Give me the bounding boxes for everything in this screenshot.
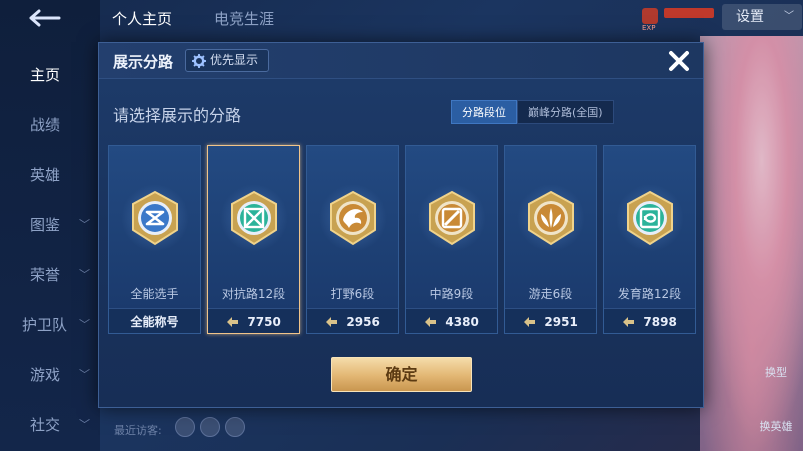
rank-points-icon <box>326 316 338 327</box>
lane-card-clash[interactable]: 对抗路12段 7750 <box>207 145 300 334</box>
tab-peak-lane-national[interactable]: 巅峰分路(全国) <box>517 100 614 124</box>
tab-lane-rank[interactable]: 分路段位 <box>451 100 517 124</box>
lane-card-all-round[interactable]: 全能选手 全能称号 <box>108 145 201 334</box>
sidebar-item-records[interactable]: 战绩 <box>0 110 100 140</box>
sidebar-item-label: 荣誉 <box>30 266 61 284</box>
lane-name: 打野6段 <box>330 287 375 301</box>
recent-visitors-label: 最近访客: <box>114 424 162 437</box>
lane-card-footer: 全能称号 <box>109 308 200 333</box>
sidebar-item-heroes[interactable]: 英雄 <box>0 160 100 190</box>
sidebar-item-codex[interactable]: 图鉴 ﹀ <box>0 210 100 240</box>
chevron-down-icon: ﹀ <box>79 268 90 281</box>
sidebar-item-home[interactable]: 主页 <box>0 60 100 90</box>
close-icon <box>665 51 693 79</box>
lane-name: 中路9段 <box>429 287 474 301</box>
rank-points-icon <box>623 316 635 327</box>
settings-label: 设置 <box>736 9 764 25</box>
lane-card-footer: 7898 <box>604 308 695 333</box>
sidebar-item-label: 战绩 <box>30 116 61 134</box>
visitor-avatar[interactable] <box>200 417 220 437</box>
exp-label: EXP <box>642 24 656 32</box>
rank-points-icon <box>227 316 239 327</box>
change-skin-button[interactable]: 换型 <box>752 364 800 380</box>
chevron-down-icon: ﹀ <box>79 318 90 331</box>
rank-points-icon <box>425 316 437 327</box>
priority-display-label: 优先显示 <box>210 53 259 67</box>
sidebar-item-honor[interactable]: 荣誉 ﹀ <box>0 260 100 290</box>
chevron-down-icon: ﹀ <box>79 418 90 431</box>
sidebar-item-label: 游戏 <box>30 366 61 384</box>
rank-points: 7750 <box>247 314 281 329</box>
lane-card-footer: 2956 <box>307 308 398 333</box>
rank-points: 2951 <box>544 314 578 329</box>
lane-display-dialog: 展示分路 优先显示 请选择展示的分路 分路段位 巅峰分路(全国) 全能选手 全能… <box>98 42 704 408</box>
jungle-emblem-icon <box>330 190 376 246</box>
lane-card-footer: 7750 <box>208 308 299 333</box>
chevron-down-icon: ﹀ <box>784 11 794 22</box>
confirm-button[interactable]: 确定 <box>331 357 472 392</box>
rank-points: 2956 <box>346 314 380 329</box>
sidebar: 主页 战绩 英雄 图鉴 ﹀ 荣誉 ﹀ 护卫队 ﹀ 游戏 ﹀ 社交 ﹀ <box>0 0 100 451</box>
chevron-down-icon: ﹀ <box>79 368 90 381</box>
change-skin-label: 换型 <box>765 366 787 379</box>
farm-lane-emblem-icon <box>627 190 673 246</box>
sidebar-item-label: 护卫队 <box>22 316 68 334</box>
dialog-subtitle: 请选择展示的分路 <box>113 106 242 125</box>
exp-banner <box>664 8 714 18</box>
lane-card-farm[interactable]: 发育路12段 7898 <box>603 145 696 334</box>
bottom-strip: 最近访客: <box>100 410 700 451</box>
hero-portrait <box>700 36 803 451</box>
priority-display-button[interactable]: 优先显示 <box>185 49 269 72</box>
lane-card-footer: 2951 <box>505 308 596 333</box>
exp-badge: EXP <box>642 6 714 32</box>
lane-card-roam[interactable]: 游走6段 2951 <box>504 145 597 334</box>
change-hero-button[interactable]: 换英雄 <box>752 418 800 434</box>
lane-name: 对抗路12段 <box>221 287 286 301</box>
lane-source-segmented-control: 分路段位 巅峰分路(全国) <box>451 100 614 124</box>
sidebar-item-label: 图鉴 <box>30 216 61 234</box>
sidebar-item-social[interactable]: 社交 ﹀ <box>0 410 100 440</box>
change-hero-label: 换英雄 <box>759 420 793 433</box>
mid-lane-emblem-icon <box>429 190 475 246</box>
visitor-avatar[interactable] <box>175 417 195 437</box>
settings-button[interactable]: 设置 ﹀ <box>722 4 802 30</box>
lane-card-mid[interactable]: 中路9段 4380 <box>405 145 498 334</box>
lane-name: 发育路12段 <box>617 287 682 301</box>
rank-points-icon <box>524 316 536 327</box>
sidebar-item-label: 英雄 <box>30 166 61 184</box>
visitor-avatar[interactable] <box>225 417 245 437</box>
title-label: 全能称号 <box>130 314 179 329</box>
sidebar-item-games[interactable]: 游戏 ﹀ <box>0 360 100 390</box>
sidebar-item-guard[interactable]: 护卫队 ﹀ <box>0 310 100 340</box>
clash-lane-emblem-icon <box>231 190 277 246</box>
lane-name: 游走6段 <box>528 287 573 301</box>
back-button[interactable] <box>22 6 68 34</box>
back-arrow-icon <box>25 7 65 37</box>
sidebar-item-label: 社交 <box>30 416 61 434</box>
close-button[interactable] <box>665 47 693 75</box>
gear-icon <box>191 53 207 69</box>
tab-esports-career[interactable]: 电竞生涯 <box>214 8 274 29</box>
rank-points: 4380 <box>445 314 479 329</box>
confirm-label: 确定 <box>385 365 418 384</box>
rank-points: 7898 <box>643 314 677 329</box>
lane-name: 全能选手 <box>130 287 179 301</box>
lane-card-footer: 4380 <box>406 308 497 333</box>
sidebar-item-label: 主页 <box>30 66 61 84</box>
all-round-emblem-icon <box>132 190 178 246</box>
tab-profile[interactable]: 个人主页 <box>112 8 172 29</box>
lane-card-jungle[interactable]: 打野6段 2956 <box>306 145 399 334</box>
dialog-header: 展示分路 优先显示 <box>99 43 703 79</box>
chevron-down-icon: ﹀ <box>79 218 90 231</box>
roam-emblem-icon <box>528 190 574 246</box>
dialog-title: 展示分路 <box>113 53 174 71</box>
